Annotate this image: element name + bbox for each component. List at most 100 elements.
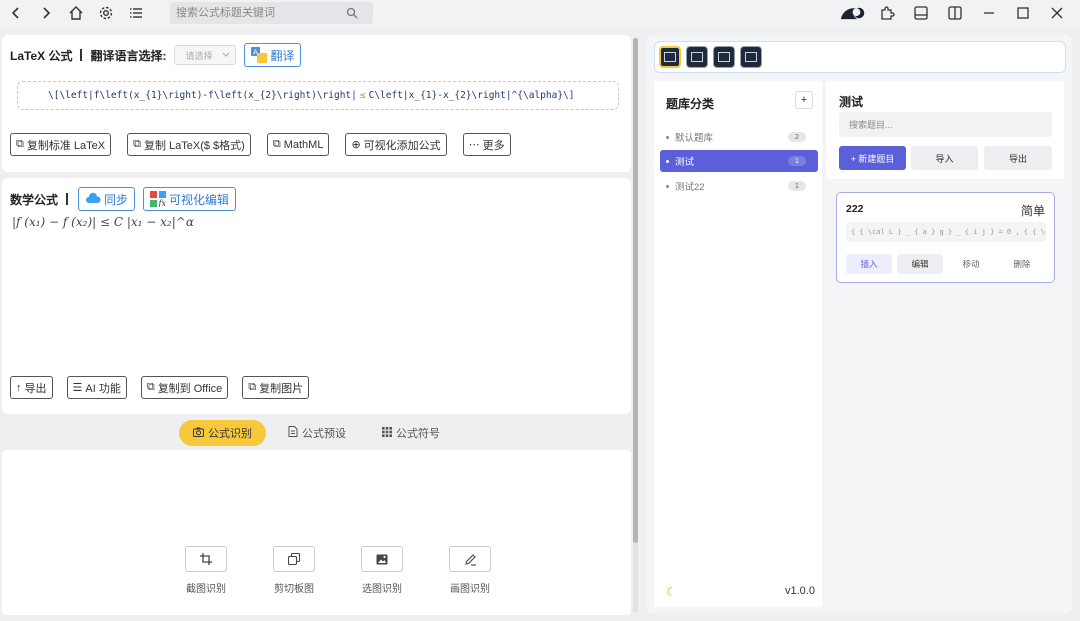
export-label: 导出 (24, 382, 47, 395)
insert-question-button[interactable]: 插入 (846, 254, 892, 274)
forward-arrow-icon[interactable] (34, 1, 58, 25)
bullet-dot (666, 184, 669, 188)
category-item[interactable]: 测试22 1 (660, 175, 818, 197)
category-item-active[interactable]: 测试 1 (660, 150, 818, 172)
crop-icon (200, 553, 212, 565)
ai-function-button[interactable]: ☰ AI 功能 (66, 376, 127, 399)
translate-button[interactable]: A 翻译 (244, 43, 302, 67)
export-button[interactable]: ↑ 导出 (10, 376, 53, 399)
back-arrow-icon[interactable] (4, 1, 28, 25)
question-search-input[interactable] (849, 119, 1039, 130)
add-category-button[interactable]: + (795, 91, 813, 109)
rendered-formula[interactable]: |f (x₁) − f (x₂)| ≤ C |x₁ − x₂|^α (12, 215, 194, 229)
minimize-icon[interactable] (976, 1, 1002, 25)
left-panel-scrollbar[interactable] (633, 38, 638, 613)
import-label: 导入 (935, 153, 954, 164)
home-icon[interactable] (64, 1, 88, 25)
copy-standard-latex-button[interactable]: ⧉ 复制标准 LaTeX (10, 133, 112, 156)
camera-icon (193, 427, 204, 440)
question-search-box[interactable] (839, 112, 1052, 137)
capture-panel: 截图识别 剪切板图 选图识别 画图识别 (2, 450, 631, 615)
translate-button-label: 翻译 (270, 48, 295, 63)
screenshot-recognition-tool: 截图识别 (162, 546, 250, 595)
pencil-icon (464, 553, 476, 566)
list-menu-icon[interactable] (124, 1, 148, 25)
math-header: 数学公式 同步 fx 可视化编辑 (2, 178, 631, 220)
visual-add-formula-button[interactable]: ⊕ 可视化添加公式 (345, 133, 447, 156)
lines-icon: ☰ (72, 382, 83, 394)
grid-icon (382, 426, 392, 440)
latex-code-editor[interactable]: \[\left|f\left(x_{1}\right)-f\left(x_{2}… (17, 81, 619, 110)
clipboard-image-button[interactable] (273, 546, 315, 572)
svg-text:fx: fx (158, 199, 167, 207)
sync-button[interactable]: 同步 (78, 187, 136, 211)
category-count-badge: 2 (788, 132, 806, 142)
category-item[interactable]: 默认题库 2 (660, 126, 818, 148)
category-count-badge: 1 (788, 181, 806, 191)
theme-moon-icon[interactable] (840, 1, 866, 25)
copy-icon: ⧉ (146, 381, 155, 393)
move-label: 移动 (962, 259, 980, 269)
import-button[interactable]: 导入 (911, 146, 978, 170)
copy-to-office-button[interactable]: ⧉ 复制到 Office (140, 376, 229, 399)
copy-latex-dollar-label: 复制 LaTeX($ $格式) (143, 139, 245, 152)
title-divider (80, 49, 83, 61)
category-name: 默认题库 (675, 133, 714, 144)
title-divider (66, 193, 69, 205)
view-mode-3-button[interactable] (713, 46, 735, 68)
bottom-panel-icon[interactable] (908, 1, 934, 25)
select-image-button[interactable] (361, 546, 403, 572)
view-mode-1-button[interactable] (659, 46, 681, 68)
more-dots-icon: ⋯ (468, 139, 480, 151)
screenshot-recognition-button[interactable] (185, 546, 227, 572)
tab-formula-symbols[interactable]: 公式符号 (368, 420, 454, 446)
math-section-title: 数学公式 (10, 192, 59, 207)
latex-header: LaTeX 公式 翻译语言选择: 请选择 A 翻译 (2, 35, 631, 75)
formula-edit-icon: fx (150, 191, 167, 207)
tab-formula-presets-label: 公式预设 (302, 428, 346, 440)
window-icon (745, 52, 757, 62)
draw-recognition-button[interactable] (449, 546, 491, 572)
visual-edit-button[interactable]: fx 可视化编辑 (143, 187, 237, 211)
maximize-icon[interactable] (1010, 1, 1036, 25)
more-button[interactable]: ⋯ 更多 (462, 133, 511, 156)
latex-panel: LaTeX 公式 翻译语言选择: 请选择 A 翻译 \[\left|f\left… (2, 35, 631, 172)
edit-question-button[interactable]: 编辑 (897, 254, 943, 274)
question-bank-panel: 题库分类 + 默认题库 2 测试 1 测试22 1 ☾ v1.0.0 测试 搜索… (646, 35, 1072, 613)
formula-search-box[interactable] (170, 2, 373, 24)
view-mode-4-button[interactable] (740, 46, 762, 68)
view-mode-2-button[interactable] (686, 46, 708, 68)
category-title: 题库分类 (666, 97, 715, 111)
copy-to-office-label: 复制到 Office (157, 382, 223, 395)
search-icon[interactable] (346, 7, 358, 19)
translate-icon: A (251, 47, 268, 63)
delete-question-button[interactable]: 删除 (999, 254, 1045, 274)
question-list-area: 测试 + 新建题目 导入 导出 222 简单 { { \cal L } _ { … (826, 81, 1064, 607)
side-panel-icon[interactable] (942, 1, 968, 25)
close-icon[interactable] (1044, 1, 1070, 25)
tab-formula-presets[interactable]: 公式预设 (274, 420, 360, 446)
copy-image-button[interactable]: ⧉ 复制图片 (242, 376, 310, 399)
category-name: 测试22 (675, 182, 705, 193)
view-toolbar (654, 41, 1066, 73)
export-questions-button[interactable]: 导出 (984, 146, 1052, 170)
copy-mathml-button[interactable]: ⧉ MathML (266, 133, 330, 156)
scrollbar-thumb[interactable] (633, 38, 638, 543)
copy-latex-dollar-button[interactable]: ⧉ 复制 LaTeX($ $格式) (127, 133, 251, 156)
draw-recognition-tool: 画图识别 (426, 546, 514, 595)
formula-search-input[interactable] (176, 7, 346, 19)
bullet-dot (666, 135, 669, 139)
tab-formula-symbols-label: 公式符号 (396, 428, 440, 440)
math-action-buttons: ↑ 导出 ☰ AI 功能 ⧉ 复制到 Office ⧉ 复制图片 (10, 376, 325, 399)
gear-icon[interactable] (94, 1, 118, 25)
moon-icon[interactable]: ☾ (666, 585, 677, 599)
language-select[interactable]: 请选择 (174, 45, 237, 65)
move-question-button[interactable]: 移动 (948, 254, 994, 274)
new-question-button[interactable]: + 新建题目 (839, 146, 906, 170)
copy-icon: ⧉ (133, 138, 141, 150)
copy-image-label: 复制图片 (259, 382, 304, 395)
tab-formula-recognition[interactable]: 公式识别 (179, 420, 266, 446)
puzzle-plugin-icon[interactable] (874, 1, 900, 25)
question-card[interactable]: 222 简单 { { \cal L } _ { a } g } _ { i j … (836, 192, 1055, 283)
copy-icon: ⧉ (248, 381, 257, 393)
